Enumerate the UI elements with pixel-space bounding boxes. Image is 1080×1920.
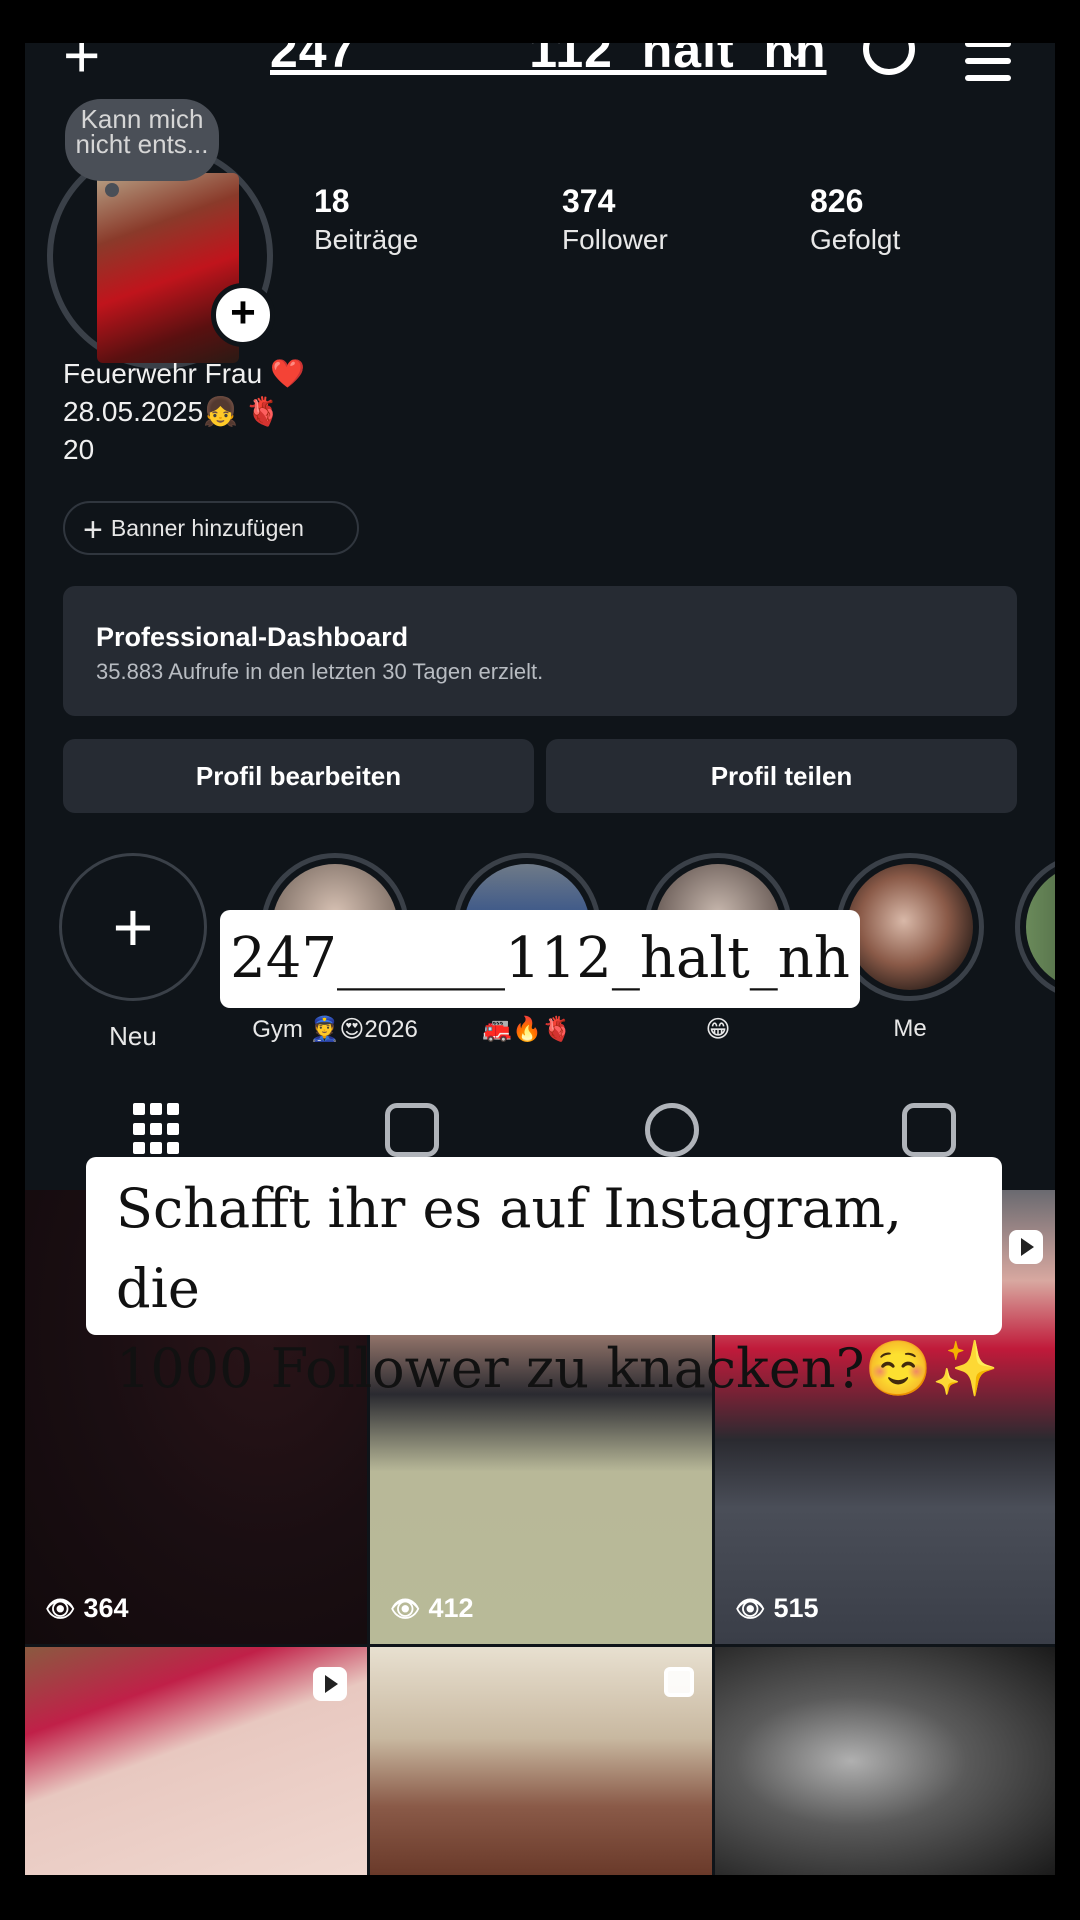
highlight-label: Me — [893, 1015, 927, 1042]
add-banner-button[interactable]: + Banner hinzufügen — [63, 501, 359, 555]
highlight-label: 😁 — [705, 1016, 731, 1043]
eye-icon: 👁 — [390, 1596, 421, 1623]
post-tile[interactable] — [715, 1647, 1055, 1875]
stat-posts-count: 18 — [314, 183, 350, 219]
view-count: 👁 515 — [735, 1593, 819, 1624]
view-count: 👁 412 — [390, 1593, 474, 1624]
plus-icon: + — [59, 853, 207, 1001]
eye-icon: 👁 — [735, 1596, 766, 1623]
question-caption-overlay: Schafft ihr es auf Instagram, die 1000 F… — [86, 1157, 1002, 1400]
stat-following-count: 826 — [810, 183, 864, 219]
stat-following-label: Gefolgt — [810, 224, 901, 255]
professional-dashboard[interactable]: Professional-Dashboard 35.883 Aufrufe in… — [63, 586, 1017, 716]
reposts-icon[interactable] — [645, 1103, 699, 1157]
view-count: 👁 364 — [45, 1593, 129, 1624]
highlight-label: Gym 👮😍2026 — [252, 1016, 418, 1043]
highlight-cover — [1015, 853, 1055, 1001]
bio: Feuerwehr Frau ❤️ 28.05.2025👧 🫀 20 — [63, 355, 305, 469]
stat-followers-count: 374 — [562, 183, 616, 219]
reels-icon — [1009, 1230, 1043, 1264]
grid-icon[interactable] — [133, 1103, 187, 1157]
question-line: 1000 Follower zu knacken?☺️✨ — [116, 1337, 1000, 1400]
bio-line: 28.05.2025👧 🫀 — [63, 396, 281, 427]
post-tile[interactable] — [25, 1647, 367, 1875]
stat-following[interactable]: 826 Gefolgt — [810, 183, 900, 256]
stat-followers-label: Follower — [562, 224, 668, 255]
question-line: Schafft ihr es auf Instagram, die — [116, 1177, 903, 1320]
share-profile-button[interactable]: Profil teilen — [546, 739, 1017, 813]
view-count-value: 515 — [773, 1593, 819, 1623]
note-bubble-tail — [105, 183, 119, 197]
reels-icon — [313, 1667, 347, 1701]
tagged-icon[interactable] — [902, 1103, 956, 1157]
eye-icon: 👁 — [45, 1596, 76, 1623]
view-count-value: 412 — [428, 1593, 474, 1623]
threads-icon[interactable] — [863, 43, 915, 75]
stat-posts-label: Beiträge — [314, 224, 419, 255]
edit-profile-button[interactable]: Profil bearbeiten — [63, 739, 534, 813]
add-banner-label: Banner hinzufügen — [110, 515, 304, 541]
username-title[interactable]: 247______112_halt_nh — [270, 43, 827, 79]
dashboard-subtitle: 35.883 Aufrufe in den letzten 30 Tagen e… — [96, 659, 544, 684]
profile-screen: + 247______112_halt_nh ⌄ Kann mich nicht… — [25, 43, 1055, 1875]
highlight-item[interactable] — [1015, 853, 1055, 1001]
add-story-icon[interactable]: + — [211, 283, 275, 347]
chevron-down-icon[interactable]: ⌄ — [783, 43, 808, 68]
reels-icon[interactable] — [385, 1103, 439, 1157]
plus-icon: + — [83, 510, 103, 549]
top-bar: + 247______112_halt_nh ⌄ — [25, 43, 1055, 87]
hamburger-icon[interactable] — [965, 43, 1011, 92]
carousel-icon — [664, 1667, 694, 1697]
bio-line: Feuerwehr Frau ❤️ — [63, 358, 305, 389]
stat-followers[interactable]: 374 Follower — [562, 183, 668, 256]
view-count-value: 364 — [83, 1593, 129, 1623]
dashboard-title: Professional-Dashboard — [96, 622, 409, 652]
stat-posts[interactable]: 18 Beiträge — [314, 183, 418, 256]
highlight-label: Neu — [109, 1021, 157, 1051]
post-tile[interactable] — [370, 1647, 712, 1875]
plus-icon[interactable]: + — [63, 43, 100, 87]
highlight-new[interactable]: + Neu — [59, 853, 207, 1052]
bio-line: 20 — [63, 434, 95, 465]
username-caption-overlay: 247______112_halt_nh — [220, 910, 860, 1008]
note-bubble[interactable]: Kann mich nicht ents... — [65, 99, 219, 181]
highlight-label: 🚒🔥🫀 — [482, 1016, 572, 1043]
